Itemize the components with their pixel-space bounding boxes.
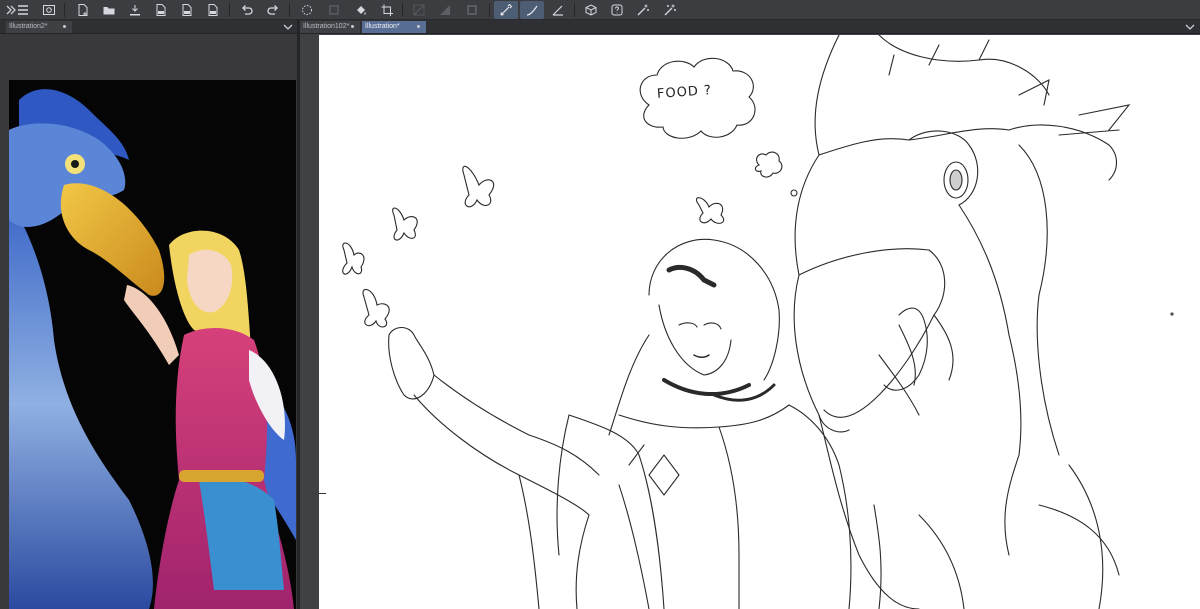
stabilizer-pen-button[interactable] [494, 1, 518, 19]
auto-select-icon [637, 4, 649, 16]
tab-label: Illustration* [365, 23, 400, 30]
ruler-disabled-icon [413, 4, 425, 16]
butterfly-sketches [342, 165, 725, 328]
save-icon [130, 5, 140, 16]
girl-sketch [556, 238, 852, 609]
help-icon [611, 4, 623, 16]
menu-icon [18, 5, 28, 15]
fill-button[interactable] [352, 1, 370, 19]
tab-label: Illustration102* [303, 23, 350, 30]
gradient-button[interactable] [436, 1, 454, 19]
magic-wand-button[interactable] [661, 1, 679, 19]
left-tab-strip: Illustration2* [0, 20, 297, 34]
export-png-button[interactable] [178, 1, 196, 19]
redo-button[interactable] [264, 1, 282, 19]
open-folder-icon [103, 7, 115, 15]
tab-label: Illustration2* [9, 23, 48, 30]
export-png-icon [182, 4, 192, 16]
crop-icon [381, 4, 393, 16]
redo-icon [267, 5, 278, 15]
square-disabled-icon [467, 5, 477, 15]
gradient-disabled-icon [440, 5, 450, 15]
export-psd-icon [208, 4, 218, 16]
line-tool-button[interactable] [549, 1, 567, 19]
undo-button[interactable] [238, 1, 256, 19]
export-psd-button[interactable] [204, 1, 222, 19]
bird-beak [60, 183, 165, 296]
crop-button[interactable] [378, 1, 396, 19]
ruler-button[interactable] [410, 1, 428, 19]
canvas-edge-marker [319, 493, 326, 494]
right-tab-strip: Illustration102* Illustration* [300, 20, 1200, 34]
undo-icon [242, 5, 253, 15]
clear-layer-button[interactable] [325, 1, 343, 19]
tab-illustration[interactable]: Illustration* [362, 21, 426, 33]
export-jpg-button[interactable] [152, 1, 170, 19]
new-file-button[interactable] [74, 1, 92, 19]
reference-artwork [9, 89, 296, 609]
tab-illustration2[interactable]: Illustration2* [6, 21, 72, 33]
clip-studio-window: Illustration2* Illustration102* Illustra… [0, 0, 1200, 609]
smooth-pen-icon [526, 5, 538, 16]
new-file-icon [78, 4, 88, 16]
unsaved-dot-icon [63, 25, 66, 28]
chevron-down-icon[interactable] [1184, 21, 1196, 33]
tab-illustration102[interactable]: Illustration102* [300, 21, 360, 33]
export-jpg-icon [156, 4, 166, 16]
3d-layer-icon [585, 4, 597, 16]
drawing-pane: Illustration102* Illustration* FOOD ? [300, 20, 1200, 609]
unsaved-dot-icon [351, 25, 354, 28]
save-button[interactable] [126, 1, 144, 19]
layer-clear-icon [329, 5, 339, 15]
chevron-down-icon[interactable] [282, 21, 294, 33]
reference-pane: Illustration2* [0, 20, 297, 609]
sketch-artwork [342, 35, 1174, 609]
3d-layer-button[interactable] [582, 1, 600, 19]
auto-select-button[interactable] [634, 1, 652, 19]
navigator-icon [43, 5, 55, 15]
fill-icon [357, 6, 366, 15]
girl-belt [179, 470, 264, 482]
command-bar [0, 0, 1200, 20]
smooth-pen-button[interactable] [520, 1, 544, 19]
square-button[interactable] [463, 1, 481, 19]
bird-sketch [793, 35, 1131, 609]
reference-image-canvas[interactable] [9, 80, 296, 609]
arm-sketch [388, 326, 600, 609]
menu-button[interactable] [14, 1, 32, 19]
help-button[interactable] [608, 1, 626, 19]
stabilizer-pen-icon [500, 3, 513, 16]
loading-icon [302, 5, 312, 15]
line-tool-icon [552, 5, 563, 16]
loading-button[interactable] [298, 1, 316, 19]
open-button[interactable] [100, 1, 118, 19]
unsaved-dot-icon [417, 25, 420, 28]
navigator-button[interactable] [40, 1, 58, 19]
hand-sketch [883, 307, 928, 391]
drawing-canvas[interactable]: FOOD ? [319, 35, 1200, 609]
magic-wand-icon [664, 4, 676, 16]
girl-arm [124, 285, 179, 365]
